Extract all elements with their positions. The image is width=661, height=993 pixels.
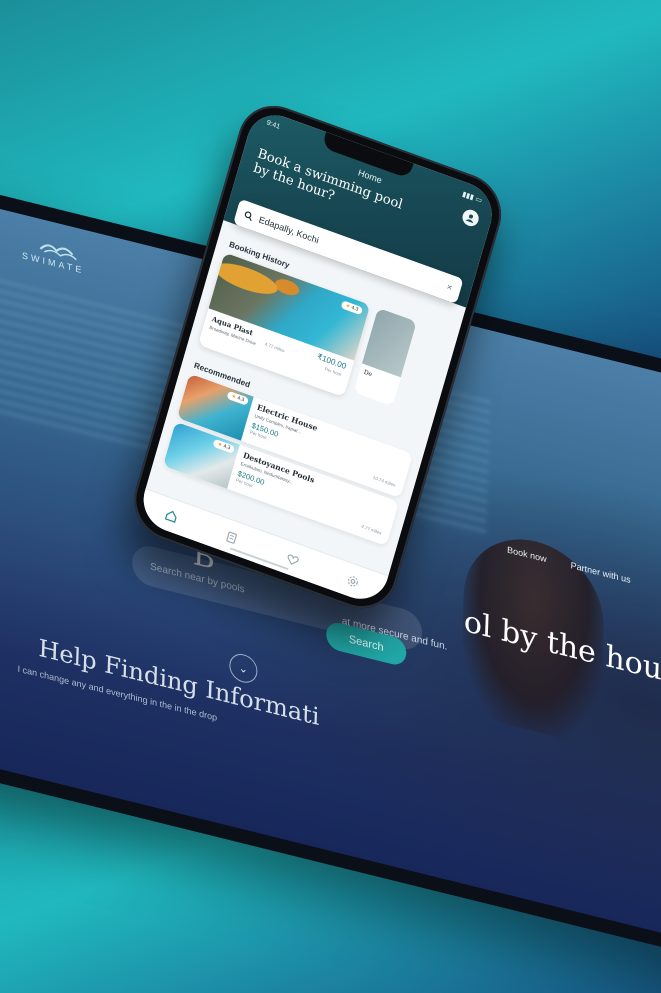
tab-settings[interactable] [345, 572, 362, 590]
gear-icon [348, 575, 359, 587]
rating-badge: ★ 4.3 [340, 300, 364, 316]
tab-home[interactable] [163, 506, 180, 524]
tab-bookings[interactable] [223, 528, 240, 546]
heart-icon [287, 553, 299, 565]
rating-value: 4.3 [222, 443, 231, 452]
rating-badge: ★ 4.3 [226, 390, 250, 406]
signal-battery-icon: ▮▮▮ ▭ [461, 190, 483, 205]
status-time: 9:41 [265, 119, 281, 131]
chevron-down-icon[interactable]: ⌄ [228, 650, 258, 686]
search-icon [244, 210, 252, 221]
swimate-logo[interactable]: SWIMATE [22, 233, 85, 276]
home-icon [164, 510, 177, 523]
rating-value: 4.3 [350, 304, 359, 313]
document-icon [226, 531, 238, 544]
clear-icon[interactable]: ✕ [445, 283, 453, 293]
tab-favorites[interactable] [284, 550, 301, 568]
user-icon [465, 214, 474, 224]
rating-badge: ★ 4.3 [212, 438, 236, 454]
rating-value: 4.3 [236, 395, 245, 404]
